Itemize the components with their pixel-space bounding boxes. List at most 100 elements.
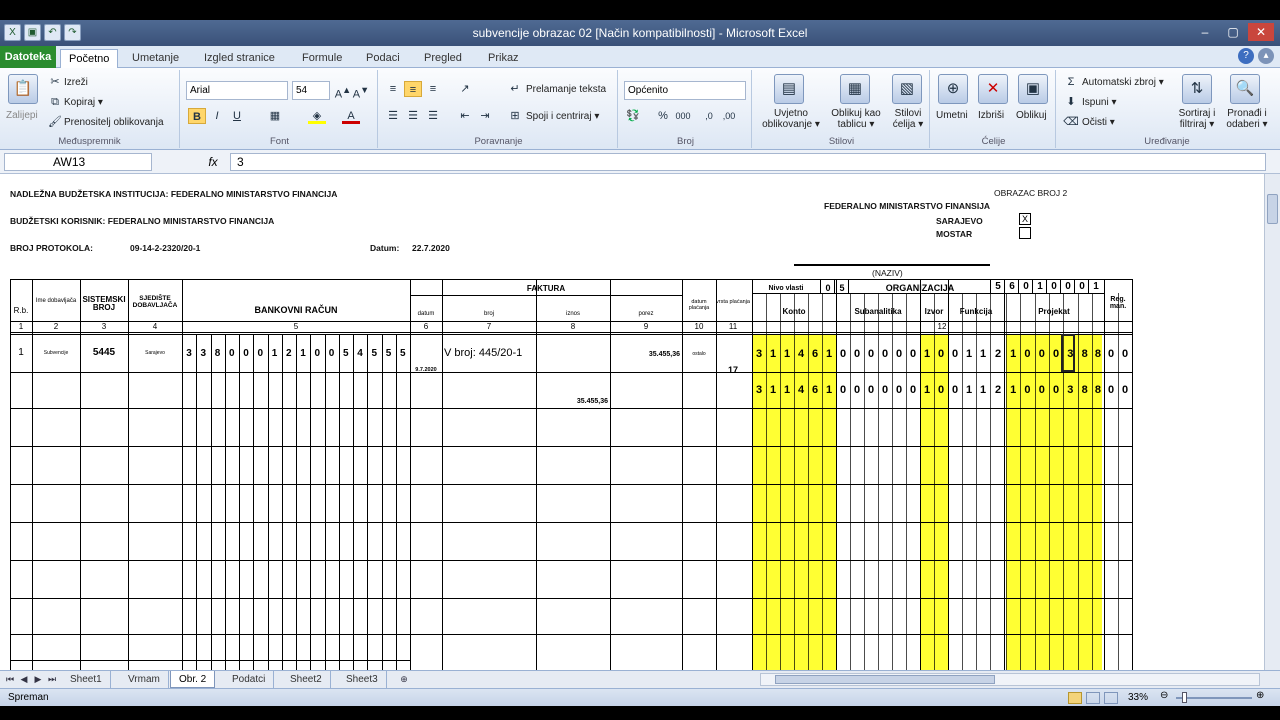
sarajevo-checkbox[interactable]: X bbox=[1019, 213, 1031, 225]
align-right-icon[interactable]: ☰ bbox=[424, 108, 442, 124]
row1-amount[interactable]: 35.455,36 bbox=[538, 398, 608, 405]
bank-digit[interactable]: 0 bbox=[240, 348, 252, 359]
budget-code-digit[interactable]: 1 bbox=[1007, 384, 1019, 396]
increase-indent-icon[interactable]: ⇥ bbox=[476, 108, 494, 124]
budget-code-digit[interactable]: 0 bbox=[907, 348, 919, 360]
bank-digit[interactable]: 5 bbox=[340, 348, 352, 359]
row1-payment-type[interactable]: 17 bbox=[716, 365, 750, 375]
budget-code-digit[interactable]: 1 bbox=[963, 348, 975, 360]
budget-code-digit[interactable]: 1 bbox=[921, 348, 933, 360]
active-cell-outline[interactable] bbox=[1061, 334, 1075, 372]
budget-code-digit[interactable]: 0 bbox=[837, 348, 849, 360]
sort-filter-icon[interactable]: ⇅ bbox=[1182, 74, 1212, 104]
sheet-tab-sheet1[interactable]: Sheet1 bbox=[62, 671, 111, 688]
tab-file[interactable]: Datoteka bbox=[0, 46, 56, 68]
worksheet-grid[interactable]: NADLEŽNA BUDŽETSKA INSTITUCIJA: FEDERALN… bbox=[0, 174, 1264, 670]
currency-icon[interactable]: 💱 bbox=[624, 108, 642, 124]
underline-button[interactable]: U bbox=[228, 108, 246, 124]
budget-code-digit[interactable]: 0 bbox=[949, 384, 961, 396]
cell-styles-icon[interactable]: ▧ bbox=[892, 74, 922, 104]
delete-cells-icon[interactable]: ✕ bbox=[978, 74, 1008, 104]
budget-code-digit[interactable]: 3 bbox=[1064, 384, 1076, 396]
page-layout-view-icon[interactable] bbox=[1086, 692, 1100, 704]
budget-code-digit[interactable]: 0 bbox=[837, 384, 849, 396]
decrease-indent-icon[interactable]: ⇤ bbox=[456, 108, 474, 124]
decrease-decimal-icon[interactable]: ,00 bbox=[720, 108, 738, 124]
insert-cells-button[interactable]: Umetni bbox=[936, 110, 968, 121]
budget-code-digit[interactable]: 1 bbox=[781, 348, 793, 360]
grow-font-icon[interactable]: A▲ bbox=[334, 82, 352, 101]
budget-code-digit[interactable]: 1 bbox=[781, 384, 793, 396]
budget-code-digit[interactable]: 0 bbox=[893, 384, 905, 396]
borders-icon[interactable]: ▦ bbox=[266, 108, 284, 124]
budget-code-digit[interactable]: 1 bbox=[921, 384, 933, 396]
align-center-icon[interactable]: ☰ bbox=[404, 108, 422, 124]
budget-code-digit[interactable]: 6 bbox=[809, 384, 821, 396]
budget-code-digit[interactable]: 8 bbox=[1092, 384, 1104, 396]
bank-digit[interactable]: 0 bbox=[254, 348, 266, 359]
format-cells-button[interactable]: Oblikuj bbox=[1016, 110, 1047, 121]
next-sheet-icon[interactable]: ▶ bbox=[32, 673, 44, 686]
percent-button[interactable]: % bbox=[654, 108, 672, 124]
budget-code-digit[interactable]: 4 bbox=[795, 348, 807, 360]
page-break-view-icon[interactable] bbox=[1104, 692, 1118, 704]
tab-page-layout[interactable]: Izgled stranice bbox=[196, 49, 283, 68]
sheet-tab-vrmam[interactable]: Vrmam bbox=[120, 671, 169, 688]
budget-code-digit[interactable]: 0 bbox=[1036, 384, 1048, 396]
row1-system-number[interactable]: 5445 bbox=[80, 347, 128, 359]
bank-digit[interactable]: 0 bbox=[311, 348, 323, 359]
bank-digit[interactable]: 0 bbox=[326, 348, 338, 359]
save-icon[interactable]: ▣ bbox=[24, 24, 41, 41]
budget-code-digit[interactable]: 4 bbox=[795, 384, 807, 396]
format-as-table-icon[interactable]: ▦ bbox=[840, 74, 870, 104]
insert-sheet-icon[interactable]: ⊕ bbox=[398, 673, 410, 686]
horizontal-scroll-thumb[interactable] bbox=[775, 675, 995, 684]
insert-cells-icon[interactable]: ⊕ bbox=[938, 74, 968, 104]
row1-seat[interactable]: Sarajevo bbox=[128, 350, 182, 356]
budget-code-digit[interactable]: 0 bbox=[1119, 384, 1131, 396]
font-name-select[interactable]: Arial bbox=[186, 81, 288, 100]
budget-code-digit[interactable]: 0 bbox=[851, 348, 863, 360]
align-left-icon[interactable]: ☰ bbox=[384, 108, 402, 124]
budget-code-digit[interactable]: 0 bbox=[907, 384, 919, 396]
italic-button[interactable]: I bbox=[208, 108, 226, 124]
budget-code-digit[interactable]: 1 bbox=[767, 348, 779, 360]
row1-rb[interactable]: 1 bbox=[10, 347, 32, 359]
budget-code-digit[interactable]: 0 bbox=[1036, 348, 1048, 360]
paste-button[interactable]: Zalijepi bbox=[6, 110, 38, 121]
bank-digit[interactable]: 5 bbox=[397, 348, 409, 359]
budget-code-digit[interactable]: 0 bbox=[851, 384, 863, 396]
sort-filter-button[interactable]: Sortiraj i filtriraj ▾ bbox=[1174, 108, 1220, 130]
redo-icon[interactable]: ↷ bbox=[64, 24, 81, 41]
font-color-icon[interactable]: A bbox=[342, 108, 360, 124]
autosum-button[interactable]: Automatski zbroj ▾ bbox=[1082, 77, 1164, 88]
first-sheet-icon[interactable]: ⏮ bbox=[4, 673, 16, 686]
maximize-button[interactable]: ▢ bbox=[1220, 23, 1246, 41]
prev-sheet-icon[interactable]: ◀ bbox=[18, 673, 30, 686]
zoom-slider[interactable] bbox=[1176, 697, 1252, 699]
bank-digit[interactable]: 5 bbox=[383, 348, 395, 359]
budget-code-digit[interactable]: 0 bbox=[1050, 384, 1062, 396]
format-cells-icon[interactable]: ▣ bbox=[1018, 74, 1048, 104]
zoom-level[interactable]: 33% bbox=[1128, 692, 1148, 703]
bank-digit[interactable]: 4 bbox=[354, 348, 366, 359]
mostar-checkbox[interactable] bbox=[1019, 227, 1031, 239]
zoom-slider-thumb[interactable] bbox=[1182, 692, 1187, 703]
row1-invoice-number[interactable]: V broj: 445/20-1 bbox=[444, 347, 536, 360]
budget-code-digit[interactable]: 0 bbox=[1021, 384, 1033, 396]
budget-code-digit[interactable]: 0 bbox=[879, 348, 891, 360]
budget-code-digit[interactable]: 0 bbox=[865, 348, 877, 360]
format-as-table-button[interactable]: Oblikuj kao tablicu ▾ bbox=[824, 108, 888, 130]
bank-digit[interactable]: 5 bbox=[368, 348, 380, 359]
row1-payment-date[interactable]: ostalo bbox=[682, 351, 716, 357]
wrap-text-button[interactable]: Prelamanje teksta bbox=[526, 84, 606, 95]
number-format-select[interactable]: Općenito bbox=[624, 81, 746, 100]
zoom-in-icon[interactable]: ⊕ bbox=[1256, 690, 1264, 701]
conditional-formatting-icon[interactable]: ▤ bbox=[774, 74, 804, 104]
budget-code-digit[interactable]: 8 bbox=[1079, 348, 1091, 360]
help-icon[interactable]: ? bbox=[1238, 48, 1254, 64]
align-top-icon[interactable]: ≡ bbox=[384, 81, 402, 97]
budget-code-digit[interactable]: 0 bbox=[1119, 348, 1131, 360]
fill-color-icon[interactable]: ◈ bbox=[308, 108, 326, 124]
align-middle-icon[interactable]: ≡ bbox=[404, 81, 422, 97]
